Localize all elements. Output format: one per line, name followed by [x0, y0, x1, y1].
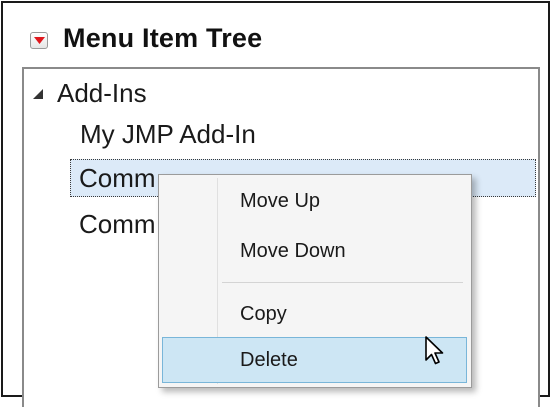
panel-title: Menu Item Tree	[63, 23, 263, 53]
menu-item-move-up[interactable]: Move Up	[162, 178, 467, 224]
expanded-triangle-icon[interactable]	[32, 87, 44, 99]
menu-item-move-down[interactable]: Move Down	[162, 228, 467, 274]
red-triangle-menu-button[interactable]	[30, 32, 48, 49]
tree-node-command-1[interactable]: Comm	[79, 161, 156, 195]
menu-separator	[222, 282, 463, 283]
context-menu: Move Up Move Down Copy Delete	[158, 174, 472, 388]
panel-header: Menu Item Tree	[3, 3, 548, 67]
menu-item-tree-window: Menu Item Tree Add-Ins My JMP Add-In Com…	[1, 1, 550, 407]
red-triangle-icon	[34, 37, 45, 44]
tree-node-add-ins[interactable]: Add-Ins	[57, 76, 147, 110]
menu-item-copy[interactable]: Copy	[162, 291, 467, 337]
menu-item-delete[interactable]: Delete	[162, 337, 467, 383]
tree-node-my-jmp-add-in[interactable]: My JMP Add-In	[80, 117, 256, 151]
tree-node-command-2[interactable]: Comm	[79, 207, 156, 241]
